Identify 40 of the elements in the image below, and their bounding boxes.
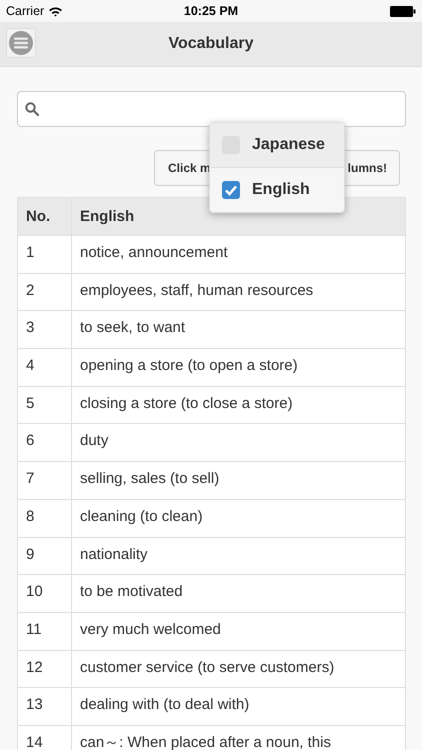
clock-time: 10:25 PM — [184, 4, 238, 18]
table-cell: 7 — [18, 462, 72, 500]
table-cell: 1 — [18, 236, 72, 274]
page-title: Vocabulary — [168, 35, 254, 53]
table-cell: 10 — [18, 574, 72, 612]
table-cell: cleaning (to clean) — [72, 499, 406, 537]
table-cell: 9 — [18, 537, 72, 575]
column-menu-item[interactable]: Japanese — [210, 123, 344, 168]
checked-checkbox[interactable] — [222, 181, 240, 199]
table-cell: to seek, to want — [72, 310, 406, 349]
table-cell: 6 — [18, 424, 72, 462]
search-field[interactable] — [17, 91, 406, 127]
wifi-icon — [48, 6, 64, 16]
table-cell: dealing with (to deal with) — [72, 688, 406, 726]
table-cell: 4 — [18, 348, 72, 386]
table-cell: 12 — [18, 650, 72, 688]
table-cell: closing a store (to close a store) — [72, 386, 406, 424]
table-cell: very much welcomed — [72, 612, 406, 650]
menu-button[interactable] — [6, 28, 36, 58]
table-cell: notice, announcement — [72, 236, 406, 274]
table-cell: customer service (to serve customers) — [72, 650, 406, 688]
table-cell: 11 — [18, 612, 72, 650]
table-cell: 5 — [18, 386, 72, 424]
table-cell: duty — [72, 424, 406, 462]
table-cell: 13 — [18, 688, 72, 726]
table-cell: selling, sales (to sell) — [72, 462, 406, 500]
table-cell: employees, staff, human resources — [72, 273, 406, 311]
table-cell: 3 — [18, 310, 72, 349]
table-cell: opening a store (to open a store) — [72, 348, 406, 386]
column-header[interactable]: No. — [18, 198, 72, 236]
menu-icon — [9, 31, 33, 55]
search-icon — [25, 102, 39, 116]
carrier-label: Carrier — [6, 4, 44, 18]
table-cell: can～: When placed after a noun, this — [72, 725, 406, 750]
table-cell: to be motivated — [72, 574, 406, 612]
battery-icon — [390, 6, 416, 16]
table-cell: nationality — [72, 537, 406, 575]
table-cell: 14 — [18, 725, 72, 750]
table-cell: 2 — [18, 273, 72, 311]
table-cell: 8 — [18, 499, 72, 537]
